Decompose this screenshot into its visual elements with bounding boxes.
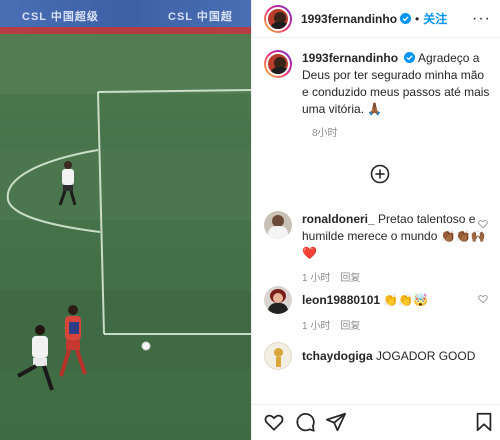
- player-figure: [58, 161, 77, 206]
- comment-text-block: ronaldoneri_ Pretao talentoso e humilde …: [302, 211, 494, 262]
- comment-text: JOGADOR GOOD: [376, 349, 476, 363]
- comment-item: leon19880101 👏👏🤯 1 小时 回复: [264, 286, 494, 332]
- comment-item: tchaydogiga JOGADOR GOOD: [264, 342, 494, 370]
- commenter-username[interactable]: ronaldoneri_: [302, 212, 375, 226]
- verified-badge-icon: [404, 52, 416, 63]
- comment-text-block: tchaydogiga JOGADOR GOOD: [302, 342, 475, 370]
- commenter-avatar[interactable]: [264, 342, 292, 370]
- verified-badge-icon: [400, 13, 412, 24]
- commenter-username[interactable]: tchaydogiga: [302, 349, 373, 363]
- comment-icon[interactable]: [294, 411, 316, 433]
- post-video[interactable]: CSL 中国超级 CSL 中国超: [0, 0, 251, 440]
- comment-meta: 1 小时 回复: [302, 317, 494, 332]
- heart-icon[interactable]: [263, 411, 285, 433]
- author-avatar[interactable]: [264, 4, 292, 33]
- caption-text-block: 1993fernandinho Agradeço a Deus por ter …: [302, 50, 494, 118]
- bookmark-icon[interactable]: [473, 411, 495, 433]
- reply-button[interactable]: 回复: [340, 269, 360, 284]
- post-action-bar: [252, 404, 500, 440]
- reply-button[interactable]: 回复: [340, 317, 360, 332]
- ball-icon: [141, 341, 151, 351]
- add-circle-icon[interactable]: [370, 164, 390, 184]
- post-header: 1993fernandinho • 关注 ···: [252, 0, 500, 38]
- post-panel: 1993fernandinho • 关注 ··· 1993fernandinho: [251, 0, 500, 440]
- share-icon[interactable]: [325, 411, 347, 433]
- commenter-avatar[interactable]: [264, 286, 292, 314]
- caption-author-avatar[interactable]: [264, 50, 292, 78]
- caption-username[interactable]: 1993fernandinho: [302, 51, 398, 65]
- post-timestamp: 8小时: [312, 128, 338, 139]
- player-figure: [17, 325, 54, 391]
- comment-timestamp: 1 小时: [302, 321, 331, 332]
- comment-timestamp: 1 小时: [302, 273, 331, 284]
- commenter-username[interactable]: leon19880101: [302, 293, 380, 307]
- comment-text-block: leon19880101 👏👏🤯: [302, 286, 428, 314]
- comment-text: 👏👏🤯: [383, 293, 429, 307]
- more-options-icon[interactable]: ···: [472, 10, 491, 28]
- comment-item: ronaldoneri_ Pretao talentoso e humilde …: [264, 211, 494, 284]
- commenter-avatar[interactable]: [264, 211, 292, 239]
- post-caption: 1993fernandinho Agradeço a Deus por ter …: [264, 50, 494, 139]
- comment-heart-icon[interactable]: [478, 294, 488, 304]
- author-username[interactable]: 1993fernandinho: [301, 12, 397, 26]
- comment-meta: 1 小时 回复: [302, 269, 494, 284]
- comment-heart-icon[interactable]: [478, 219, 488, 229]
- player-figure: [59, 305, 87, 377]
- separator-dot: •: [415, 11, 420, 26]
- follow-button[interactable]: 关注: [423, 10, 447, 27]
